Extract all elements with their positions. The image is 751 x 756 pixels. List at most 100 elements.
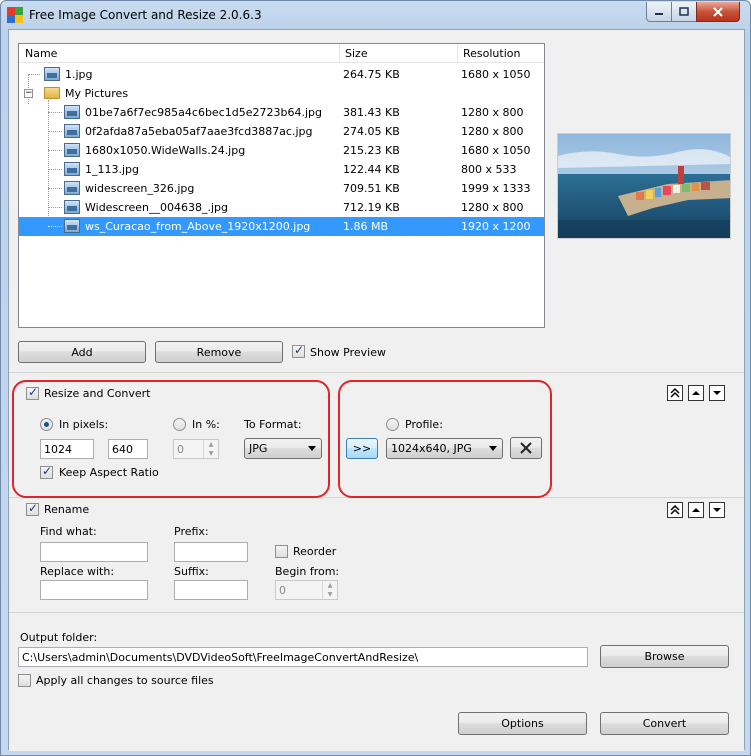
column-size[interactable]: Size [345, 47, 368, 60]
file-name: 01be7a6f7ec985a4c6bec1d5e2723b64.jpg [85, 106, 322, 119]
rename-move-down-button[interactable] [709, 502, 725, 518]
close-button[interactable] [696, 2, 740, 22]
file-row-selected[interactable]: ws_Curacao_from_Above_1920x1200.jpg 1.86… [19, 217, 544, 236]
percent-stepper[interactable]: 0 ▲ ▼ [173, 439, 219, 459]
show-preview-label: Show Preview [310, 346, 386, 359]
double-chevron-up-icon [670, 388, 680, 398]
format-dropdown[interactable]: JPG [244, 438, 322, 459]
apply-source-checkbox[interactable] [18, 674, 31, 687]
file-size: 381.43 KB [343, 106, 400, 119]
replace-with-input[interactable] [40, 580, 148, 600]
in-percent-radio[interactable] [173, 418, 186, 431]
add-button[interactable]: Add [18, 341, 146, 363]
rename-move-top-button[interactable] [667, 502, 683, 518]
resize-enable-checkbox[interactable] [26, 385, 39, 400]
keep-aspect-checkbox[interactable] [40, 464, 53, 479]
rename-enable-checkbox[interactable] [26, 501, 39, 516]
file-resolution: 1680 x 1050 [461, 68, 531, 81]
tree-line [48, 207, 62, 208]
column-name[interactable]: Name [25, 47, 57, 60]
chevron-up-icon [692, 508, 700, 512]
show-preview-checkbox[interactable] [292, 343, 305, 358]
percent-value: 0 [177, 442, 184, 456]
apply-profile-button[interactable]: >> [346, 438, 378, 459]
collapse-icon[interactable]: − [24, 89, 33, 98]
file-row[interactable]: 01be7a6f7ec985a4c6bec1d5e2723b64.jpg 381… [19, 103, 544, 122]
folder-row[interactable]: − My Pictures [19, 84, 544, 103]
delete-profile-button[interactable] [510, 437, 542, 459]
keep-aspect-label: Keep Aspect Ratio [59, 466, 159, 479]
file-name: 1680x1050.WideWalls.24.jpg [85, 144, 246, 157]
file-resolution: 1920 x 1200 [461, 220, 531, 233]
tree-line [48, 188, 62, 189]
width-input[interactable]: 1024 [40, 439, 94, 459]
convert-button[interactable]: Convert [600, 712, 729, 735]
height-input[interactable]: 640 [108, 439, 148, 459]
output-folder-input[interactable]: C:\Users\admin\Documents\DVDVideoSoft\Fr… [18, 647, 588, 667]
maximize-icon [679, 7, 689, 16]
file-list[interactable]: Name Size Resolution 1.jpg 264.75 KB 168… [18, 43, 545, 328]
column-resolution[interactable]: Resolution [463, 47, 520, 60]
column-separator [339, 44, 340, 63]
folder-icon [44, 87, 60, 99]
suffix-input[interactable] [174, 580, 248, 600]
app-icon [7, 7, 23, 23]
in-pixels-label: In pixels: [59, 418, 109, 431]
begin-from-stepper[interactable]: 0 ▲ ▼ [275, 580, 338, 600]
remove-button[interactable]: Remove [155, 341, 283, 363]
reorder-checkbox[interactable] [275, 545, 288, 558]
image-file-icon [44, 67, 60, 81]
prefix-label: Prefix: [174, 525, 209, 538]
file-name: widescreen_326.jpg [85, 182, 195, 195]
image-preview [557, 133, 731, 239]
tree-line [48, 226, 62, 227]
move-down-button[interactable] [709, 385, 725, 401]
find-what-input[interactable] [40, 542, 148, 562]
begin-from-label: Begin from: [275, 565, 340, 578]
file-name: ws_Curacao_from_Above_1920x1200.jpg [85, 220, 311, 233]
file-row[interactable]: widescreen_326.jpg 709.51 KB 1999 x 1333 [19, 179, 544, 198]
minimize-icon [655, 12, 663, 15]
rename-move-up-button[interactable] [688, 502, 704, 518]
file-name: 0f2afda87a5eba05af7aae3fcd3887ac.jpg [85, 125, 313, 138]
title-bar[interactable]: Free Image Convert and Resize 2.0.6.3 [1, 1, 750, 29]
image-file-icon [64, 181, 80, 195]
file-resolution: 1999 x 1333 [461, 182, 531, 195]
file-row[interactable]: 1_113.jpg 122.44 KB 800 x 533 [19, 160, 544, 179]
image-file-icon [64, 200, 80, 214]
file-row[interactable]: 0f2afda87a5eba05af7aae3fcd3887ac.jpg 274… [19, 122, 544, 141]
folder-name: My Pictures [65, 87, 129, 100]
column-separator [457, 44, 458, 63]
maximize-button[interactable] [671, 2, 697, 22]
begin-spin-buttons[interactable]: ▲ ▼ [322, 581, 337, 599]
file-size: 709.51 KB [343, 182, 400, 195]
options-button[interactable]: Options [458, 712, 587, 735]
profile-dropdown[interactable]: 1024x640, JPG [386, 438, 503, 459]
move-up-button[interactable] [688, 385, 704, 401]
prefix-input[interactable] [174, 542, 248, 562]
browse-button[interactable]: Browse [600, 645, 729, 668]
apply-source-label: Apply all changes to source files [36, 674, 214, 687]
chevron-down-icon [713, 391, 721, 395]
profile-radio[interactable] [386, 418, 399, 431]
preview-picture [558, 134, 730, 238]
spin-up-icon: ▲ [327, 582, 333, 589]
image-file-icon [64, 143, 80, 157]
percent-spin-buttons[interactable]: ▲ ▼ [203, 440, 218, 458]
minimize-button[interactable] [646, 2, 672, 22]
image-file-icon [64, 219, 80, 233]
file-size: 264.75 KB [343, 68, 400, 81]
file-row[interactable]: Widescreen__004638_.jpg 712.19 KB 1280 x… [19, 198, 544, 217]
in-pixels-radio[interactable] [40, 418, 53, 431]
file-name: 1.jpg [65, 68, 93, 81]
file-row[interactable]: 1.jpg 264.75 KB 1680 x 1050 [19, 65, 544, 84]
move-top-button[interactable] [667, 385, 683, 401]
file-list-header: Name Size Resolution [19, 44, 544, 63]
file-resolution: 1280 x 800 [461, 201, 524, 214]
begin-from-value: 0 [279, 583, 286, 597]
chevron-down-icon [308, 446, 316, 451]
file-row[interactable]: 1680x1050.WideWalls.24.jpg 215.23 KB 168… [19, 141, 544, 160]
reorder-label: Reorder [293, 545, 337, 558]
tree-line [48, 150, 62, 151]
spin-down-icon: ▼ [327, 591, 333, 598]
